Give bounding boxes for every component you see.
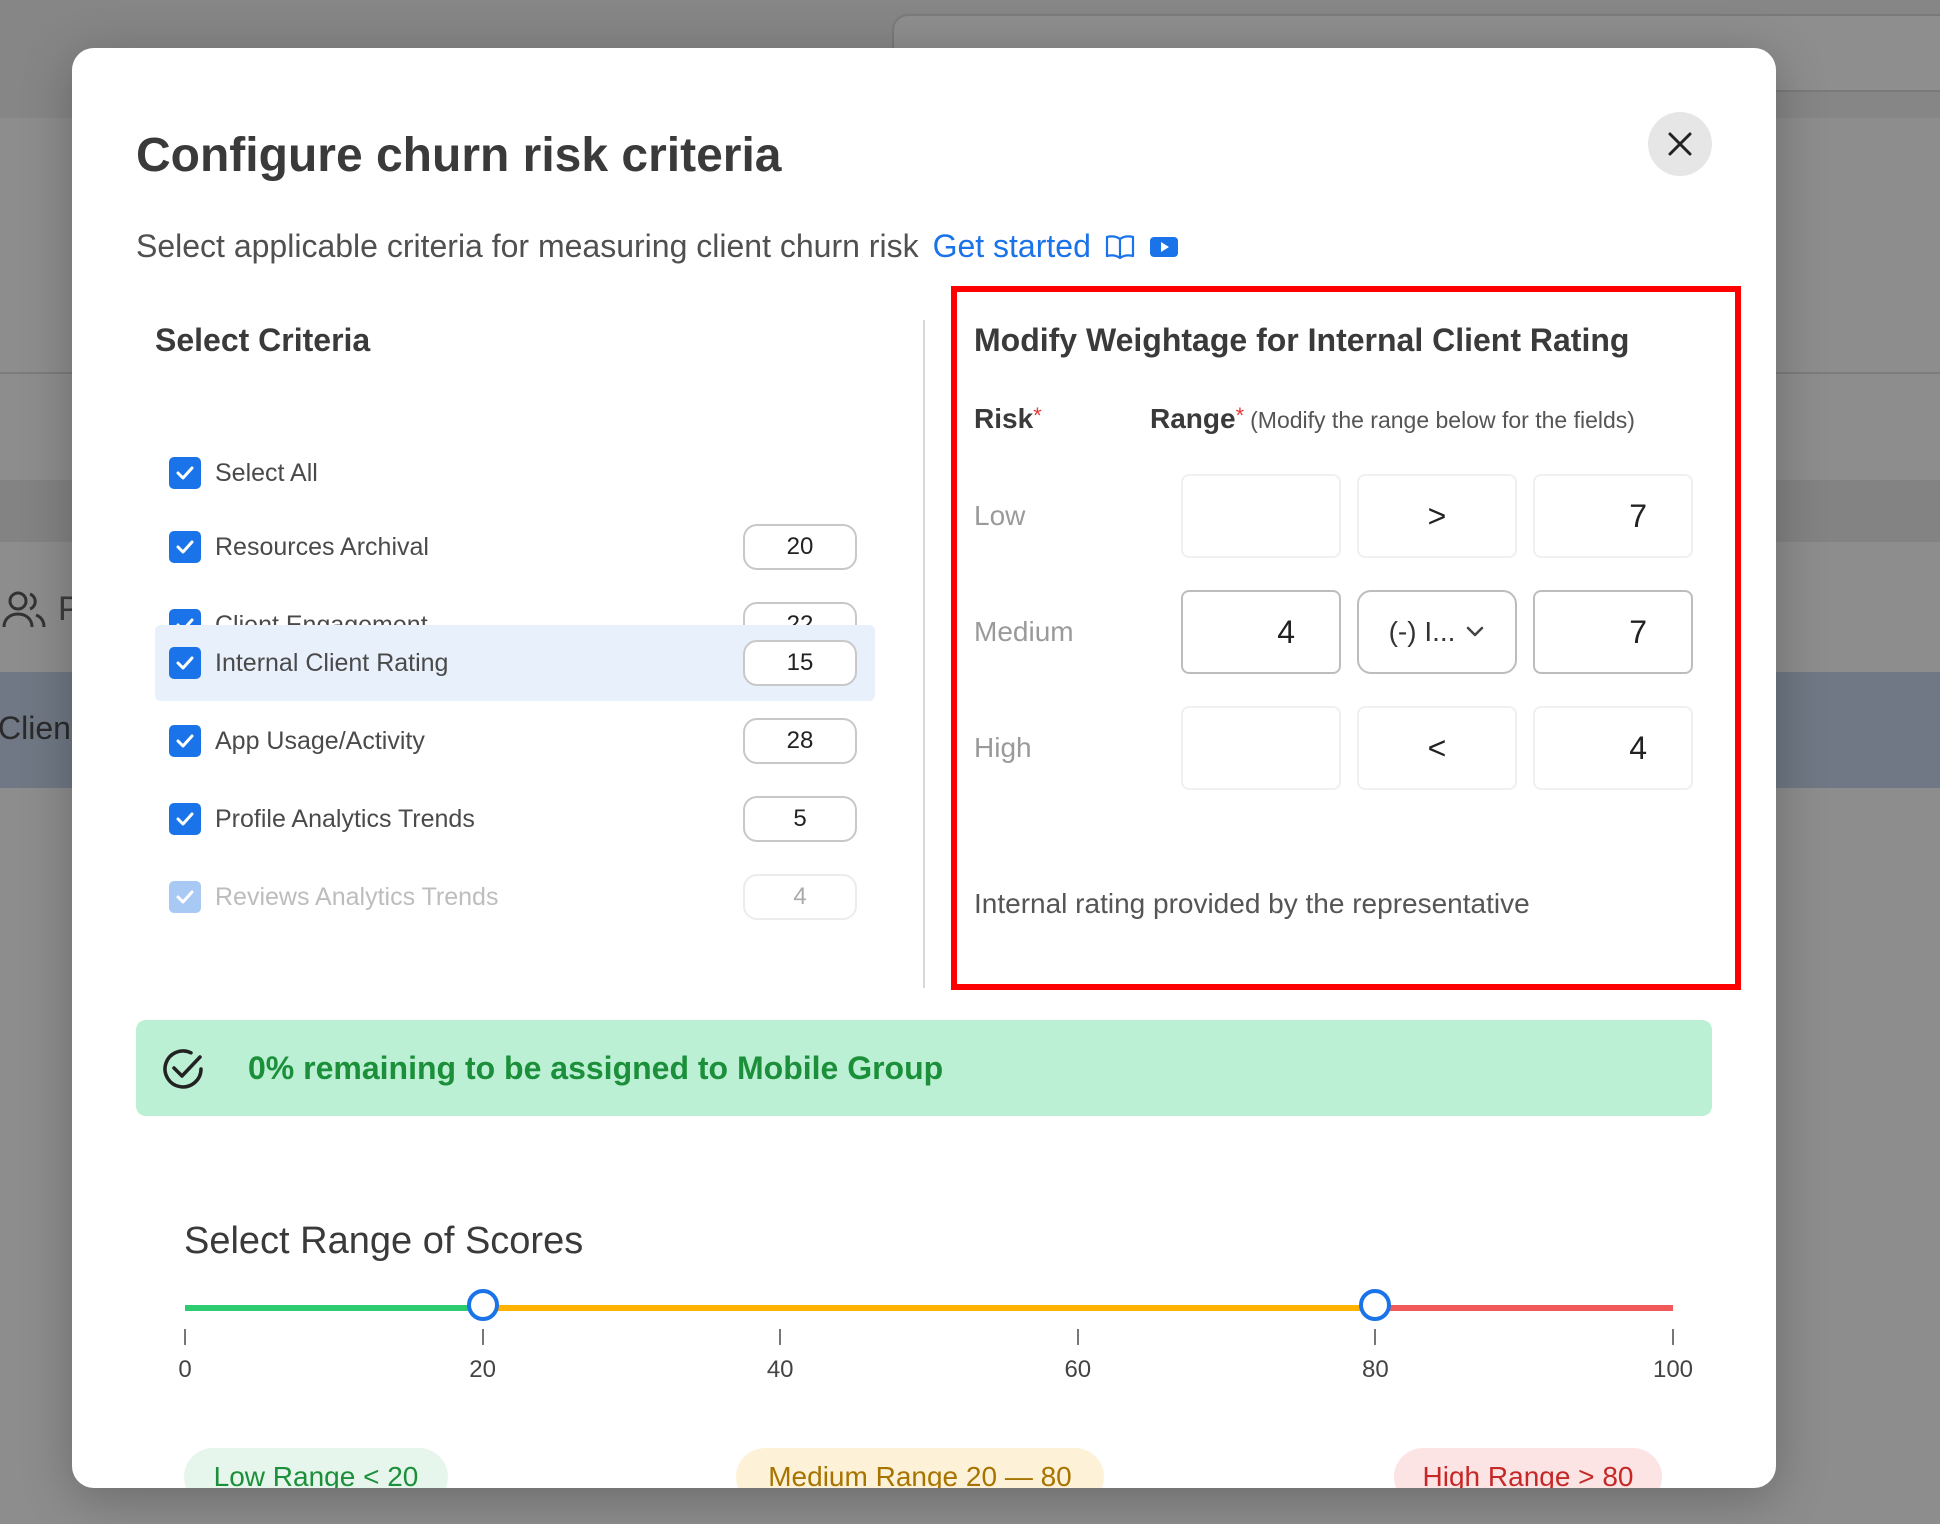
risk-label-low: Low xyxy=(974,500,1026,531)
criteria-weight-input[interactable]: 5 xyxy=(743,796,857,842)
slider-tick xyxy=(481,1329,484,1345)
required-mark: * xyxy=(1235,403,1245,428)
check-icon xyxy=(176,890,194,904)
slider-tick xyxy=(1076,1329,1079,1345)
required-mark: * xyxy=(1033,403,1042,428)
track-low xyxy=(185,1305,483,1311)
criteria-label: App Usage/Activity xyxy=(215,726,425,755)
criteria-weight-input[interactable]: 20 xyxy=(743,524,857,570)
modal-subtitle-row: Select applicable criteria for measuring… xyxy=(136,228,1179,265)
low-min-field xyxy=(1181,474,1341,558)
slider-tick xyxy=(1374,1329,1377,1345)
criteria-label: Reviews Analytics Trends xyxy=(215,882,499,911)
criteria-row-app-usage[interactable]: App Usage/Activity 28 xyxy=(155,703,875,779)
track-medium xyxy=(482,1305,1376,1311)
high-max-field: 4 xyxy=(1533,706,1693,790)
close-icon xyxy=(1668,132,1692,156)
check-icon xyxy=(176,656,194,670)
track-high xyxy=(1375,1305,1673,1311)
low-operator: > xyxy=(1357,474,1517,558)
slider-tick-label: 60 xyxy=(1064,1356,1092,1383)
criteria-weight-input[interactable]: 4 xyxy=(743,874,857,920)
weightage-title: Modify Weightage for Internal Client Rat… xyxy=(974,322,1630,358)
book-icon[interactable] xyxy=(1105,234,1135,260)
check-icon xyxy=(176,540,194,554)
medium-max-input[interactable]: 7 xyxy=(1533,590,1693,674)
criteria-checkbox[interactable] xyxy=(169,881,201,913)
background-row-text: Clien xyxy=(0,710,71,746)
low-max-field: 7 xyxy=(1533,474,1693,558)
get-started-link[interactable]: Get started xyxy=(933,228,1091,265)
criteria-row-profile-analytics[interactable]: Profile Analytics Trends 5 xyxy=(155,781,875,857)
high-operator: < xyxy=(1357,706,1517,790)
risk-label-high: High xyxy=(974,732,1032,763)
slider-thumb-high[interactable] xyxy=(1359,1289,1392,1321)
slider-tick-label: 20 xyxy=(469,1356,496,1383)
criteria-weight-input[interactable]: 15 xyxy=(743,640,857,686)
modal-title: Configure churn risk criteria xyxy=(136,129,782,182)
medium-operator-value: (-) I... xyxy=(1388,616,1456,647)
criteria-label: Resources Archival xyxy=(215,532,429,561)
status-text: 0% remaining to be assigned to Mobile Gr… xyxy=(248,1049,944,1086)
select-all-label: Select All xyxy=(215,458,318,487)
criteria-label: Internal Client Rating xyxy=(215,648,449,677)
panel-divider xyxy=(923,320,925,988)
medium-min-input[interactable]: 4 xyxy=(1181,590,1341,674)
check-icon xyxy=(176,466,194,480)
criteria-checkbox[interactable] xyxy=(169,531,201,563)
medium-operator-select[interactable]: (-) I... xyxy=(1357,590,1517,674)
risk-header-label: Risk xyxy=(974,403,1034,434)
chevron-down-icon xyxy=(1467,626,1484,637)
check-icon xyxy=(176,812,194,826)
slider-tick-label: 40 xyxy=(766,1356,794,1383)
criteria-checkbox[interactable] xyxy=(169,725,201,757)
weightage-note: Internal rating provided by the represen… xyxy=(974,888,1530,919)
select-criteria-title: Select Criteria xyxy=(155,322,371,358)
criteria-row-internal-client-rating[interactable]: Internal Client Rating 15 xyxy=(155,625,875,701)
people-icon xyxy=(2,591,46,628)
slider-tick xyxy=(779,1329,782,1345)
criteria-label: Profile Analytics Trends xyxy=(215,804,475,833)
slider-tick-label: 100 xyxy=(1652,1356,1694,1383)
criteria-row-reviews-analytics[interactable]: Reviews Analytics Trends 4 xyxy=(155,859,875,935)
slider-tick-label: 0 xyxy=(178,1356,192,1383)
risk-label-medium: Medium xyxy=(974,616,1074,647)
assignment-status-banner: 0% remaining to be assigned to Mobile Gr… xyxy=(136,1020,1712,1116)
modal-subtitle: Select applicable criteria for measuring… xyxy=(136,228,919,264)
high-range-badge: High Range > 80 xyxy=(1394,1448,1662,1488)
low-range-badge: Low Range < 20 xyxy=(184,1448,448,1488)
risk-header: Risk* xyxy=(974,403,1042,435)
criteria-checkbox[interactable] xyxy=(169,647,201,679)
video-play-icon[interactable] xyxy=(1149,235,1179,259)
criteria-row-resources-archival[interactable]: Resources Archival 20 xyxy=(155,509,875,585)
select-all-row[interactable]: Select All xyxy=(155,435,875,511)
high-min-field xyxy=(1181,706,1341,790)
score-range-title: Select Range of Scores xyxy=(184,1220,584,1262)
select-all-checkbox[interactable] xyxy=(169,457,201,489)
check-circle-icon xyxy=(163,1049,203,1089)
slider-tick xyxy=(1672,1329,1674,1345)
criteria-weight-input[interactable]: 28 xyxy=(743,718,857,764)
range-hint: (Modify the range below for the fields) xyxy=(1250,407,1635,433)
range-header: Range* (Modify the range below for the fi… xyxy=(1150,403,1635,435)
medium-range-badge: Medium Range 20 — 80 xyxy=(736,1448,1104,1488)
configure-churn-modal: Configure churn risk criteria Select app… xyxy=(72,48,1776,1488)
slider-thumb-low[interactable] xyxy=(466,1289,499,1321)
check-icon xyxy=(176,734,194,748)
criteria-checkbox[interactable] xyxy=(169,803,201,835)
slider-tick xyxy=(184,1329,186,1345)
range-header-label: Range xyxy=(1150,403,1236,434)
slider-tick-label: 80 xyxy=(1362,1356,1389,1383)
close-button[interactable] xyxy=(1648,112,1712,176)
